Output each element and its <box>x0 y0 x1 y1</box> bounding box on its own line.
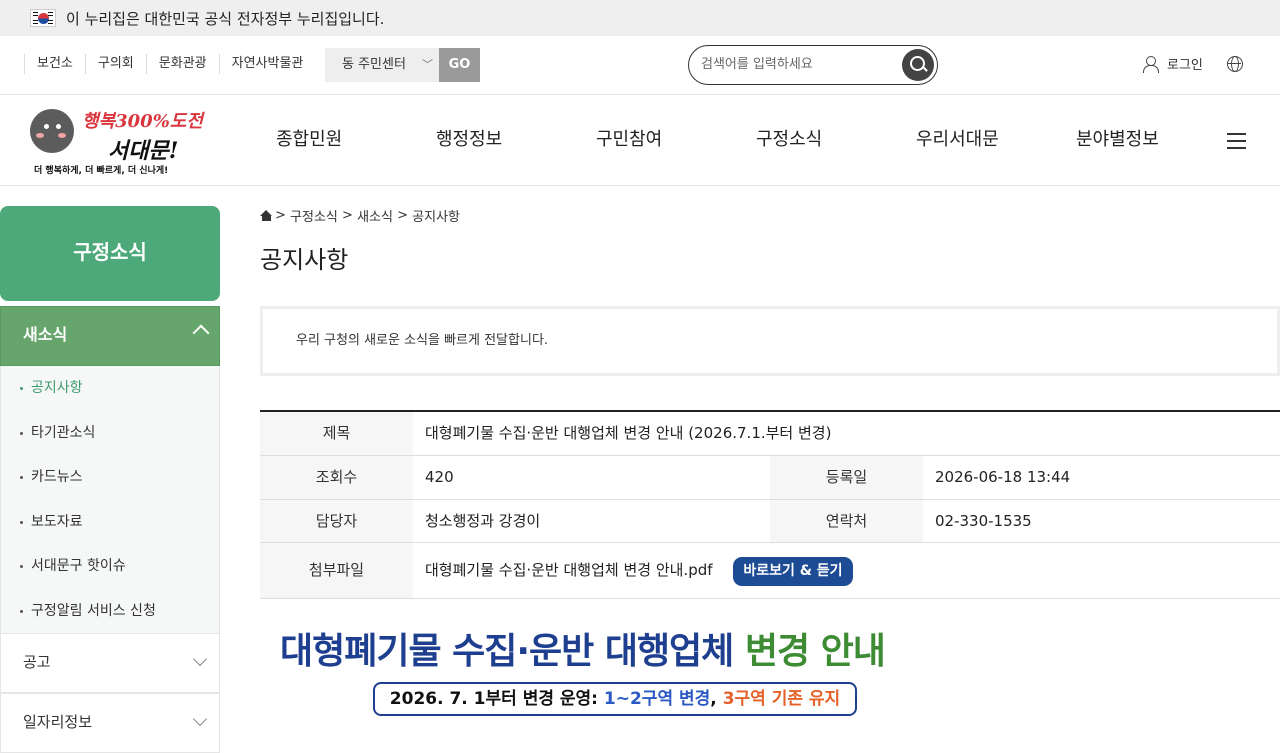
sidebar-section-jobs[interactable]: 일자리정보 <box>0 693 220 753</box>
util-link-council[interactable]: 구의회 <box>84 54 146 74</box>
util-link-health[interactable]: 보건소 <box>24 54 85 74</box>
attach-label: 첨부파일 <box>260 543 413 598</box>
gnb-menu: 종합민원 행정정보 구민참여 구정소식 우리서대문 분야별정보 <box>270 125 1230 151</box>
manager-value: 청소행정과 강경이 <box>425 512 541 530</box>
util-link-culture[interactable]: 문화관광 <box>145 54 219 74</box>
chevron-up-icon <box>192 324 210 342</box>
gnb-item-participation[interactable]: 구민참여 <box>590 125 750 151</box>
breadcrumb-item[interactable]: 공지사항 <box>412 206 460 225</box>
search-icon[interactable] <box>902 49 934 81</box>
login-link[interactable]: 로그인 <box>1143 54 1203 73</box>
gnb-item-civil[interactable]: 종합민원 <box>270 125 430 151</box>
sidebar-section-news[interactable]: 새소식 <box>0 306 220 366</box>
contact-label: 연락처 <box>770 500 923 542</box>
sidebar-sublist: 공지사항 타기관소식 카드뉴스 보도자료 서대문구 핫이슈 구정알림 서비스 신… <box>0 366 220 633</box>
table-row: 담당자 청소행정과 강경이 연락처 02-330-1535 <box>260 500 1280 543</box>
utility-bar: 보건소 구의회 문화관광 자연사박물관 동 주민센터 ﹀ GO 검색어를 입력하… <box>0 36 1280 95</box>
gov-banner: 이 누리집은 대한민국 공식 전자정부 누리집입니다. <box>0 0 1280 36</box>
site-logo[interactable]: 행복300%도전 서대문! 더 행복하게, 더 빠르게, 더 신나게! <box>26 103 212 176</box>
date-label: 등록일 <box>770 456 923 499</box>
views-label: 조회수 <box>260 456 413 499</box>
main-navigation: 행복300%도전 서대문! 더 행복하게, 더 빠르게, 더 신나게! 종합민원… <box>0 95 1280 186</box>
board-description: 우리 구청의 새로운 소식을 빠르게 전달합니다. <box>260 306 1280 376</box>
sidebar-item-notice[interactable]: 공지사항 <box>1 366 219 411</box>
gnb-item-admin[interactable]: 행정정보 <box>430 125 590 151</box>
dong-center-select[interactable]: 동 주민센터 ﹀ <box>325 48 439 82</box>
sidebar-item-press[interactable]: 보도자료 <box>1 500 219 545</box>
banner-headline: 대형폐기물 수집·운반 대행업체 변경 안내 <box>280 631 886 672</box>
notice-banner-image: 대형폐기물 수집·운반 대행업체 변경 안내 2026. 7. 1부터 변경 운… <box>260 612 956 720</box>
breadcrumb-item[interactable]: 구정소식 <box>290 206 338 225</box>
utility-links: 보건소 구의회 문화관광 자연사박물관 <box>24 54 315 74</box>
table-row: 제목 대형폐기물 수집·운반 대행업체 변경 안내 (2026.7.1.부터 변… <box>260 412 1280 456</box>
post-title: 대형폐기물 수집·운반 대행업체 변경 안내 (2026.7.1.부터 변경) <box>425 424 832 442</box>
home-icon[interactable] <box>260 210 273 221</box>
user-icon <box>1143 55 1159 73</box>
manager-label: 담당자 <box>260 500 413 542</box>
banner-subline: 2026. 7. 1부터 변경 운영: 1~2구역 변경, 3구역 기존 유지 <box>373 682 857 716</box>
sidebar: 구정소식 새소식 공지사항 타기관소식 카드뉴스 보도자료 서대문구 핫이슈 구… <box>0 206 220 753</box>
gnb-item-seodaemun[interactable]: 우리서대문 <box>910 125 1070 151</box>
sidebar-item-card-news[interactable]: 카드뉴스 <box>1 455 219 500</box>
sidebar-item-alert-service[interactable]: 구정알림 서비스 신청 <box>1 589 219 634</box>
title-label: 제목 <box>260 412 413 455</box>
globe-icon[interactable] <box>1227 56 1243 72</box>
sidebar-item-hot-issue[interactable]: 서대문구 핫이슈 <box>1 544 219 589</box>
views-value: 420 <box>425 468 454 486</box>
hamburger-menu-icon[interactable] <box>1227 133 1246 149</box>
mascot-image <box>30 109 74 153</box>
korea-flag-icon <box>30 9 56 27</box>
chevron-down-icon <box>192 711 208 727</box>
breadcrumb-item[interactable]: 새소식 <box>357 206 393 225</box>
table-row: 조회수 420 등록일 2026-06-18 13:44 <box>260 456 1280 500</box>
search-input[interactable]: 검색어를 입력하세요 <box>688 45 938 85</box>
contact-value: 02-330-1535 <box>935 512 1032 530</box>
util-link-museum[interactable]: 자연사박물관 <box>218 54 316 74</box>
sidebar-section-announce[interactable]: 공고 <box>0 633 220 693</box>
breadcrumb: > 구정소식 > 새소식 > 공지사항 <box>260 206 460 225</box>
gnb-item-fields[interactable]: 분야별정보 <box>1070 125 1230 151</box>
go-button[interactable]: GO <box>439 48 480 82</box>
gov-banner-text: 이 누리집은 대한민국 공식 전자정부 누리집입니다. <box>66 9 385 28</box>
gnb-item-news[interactable]: 구정소식 <box>750 125 910 151</box>
table-row: 첨부파일 대형폐기물 수집·운반 대행업체 변경 안내.pdf 바로보기 & 듣… <box>260 543 1280 599</box>
chevron-down-icon: ﹀ <box>422 58 433 71</box>
page-title: 공지사항 <box>260 246 349 274</box>
sidebar-title: 구정소식 <box>0 206 220 301</box>
chevron-down-icon <box>192 651 208 667</box>
search-placeholder: 검색어를 입력하세요 <box>701 57 813 72</box>
preview-listen-button[interactable]: 바로보기 & 듣기 <box>733 557 853 586</box>
attachment-link[interactable]: 대형폐기물 수집·운반 대행업체 변경 안내.pdf <box>425 561 713 579</box>
sidebar-item-other-news[interactable]: 타기관소식 <box>1 411 219 456</box>
post-detail-table: 제목 대형폐기물 수집·운반 대행업체 변경 안내 (2026.7.1.부터 변… <box>260 410 1280 599</box>
date-value: 2026-06-18 13:44 <box>935 468 1071 486</box>
